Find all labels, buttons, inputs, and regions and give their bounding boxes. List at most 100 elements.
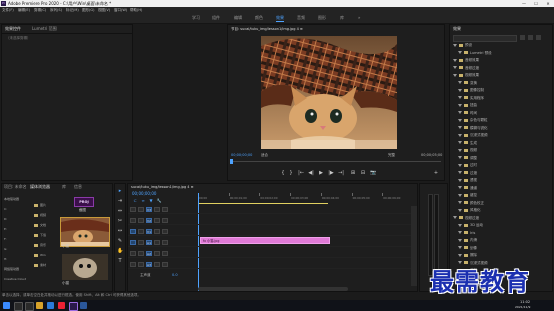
tab-libraries[interactable]: 库 — [62, 184, 66, 190]
effects-tree-item[interactable]: 杂色与颗粒 — [458, 117, 488, 123]
source-patch-button[interactable] — [130, 240, 136, 245]
program-playhead[interactable] — [230, 159, 233, 164]
track-sync-button[interactable] — [154, 262, 160, 267]
timeline-timecode[interactable]: 00;00;00;00 — [132, 191, 156, 196]
drive-item[interactable]: 本地驱动器 — [4, 196, 32, 202]
drive-folder-item[interactable]: 下载 — [34, 232, 56, 238]
workspace-graphics[interactable]: 图形 — [318, 13, 326, 23]
track-target-button[interactable]: A1 — [146, 240, 152, 245]
track-output-button[interactable] — [162, 240, 168, 245]
expand-triangle-icon[interactable] — [458, 141, 462, 144]
go-to-out-icon[interactable]: →| — [338, 170, 344, 176]
drive-folder-item[interactable]: 文档 — [34, 222, 56, 228]
drive-item[interactable]: G: — [4, 246, 32, 252]
track-sync-button[interactable] — [154, 240, 160, 245]
workspace-assembly[interactable]: 组件 — [212, 13, 220, 23]
effects-tree-item[interactable]: 通道 — [458, 185, 477, 191]
hand-tool-icon[interactable]: ✋ — [117, 248, 123, 254]
program-monitor-title[interactable]: 节目: sucai/tuku_img/lesson1/img.jpg 4 ≡ — [231, 26, 303, 32]
expand-triangle-icon[interactable] — [453, 73, 457, 77]
effects-tree-item[interactable]: 生成 — [458, 140, 477, 146]
accelerated-effects-icon[interactable] — [520, 35, 525, 40]
workspace-audio[interactable]: 音频 — [297, 13, 305, 23]
expand-triangle-icon[interactable] — [458, 126, 462, 129]
source-patch-button[interactable] — [130, 218, 136, 223]
workspace-effects[interactable]: 效果 — [276, 13, 284, 23]
effects-tree-item[interactable]: 键控 — [458, 192, 477, 198]
source-patch-button[interactable] — [130, 251, 136, 256]
expand-triangle-icon[interactable] — [453, 43, 457, 47]
track-sync-button[interactable] — [154, 218, 160, 223]
drive-item[interactable]: Creative Cloud — [4, 276, 32, 282]
drive-folder-item[interactable]: 视频 — [34, 212, 56, 218]
track-lock-button[interactable] — [138, 240, 144, 245]
effects-tree-item[interactable]: 变换 — [458, 80, 477, 86]
expand-triangle-icon[interactable] — [458, 171, 462, 174]
file-explorer-icon[interactable] — [36, 302, 43, 309]
minimize-button[interactable]: — — [518, 0, 530, 7]
drive-folder-item[interactable]: 图片 — [34, 202, 56, 208]
app-icon-red[interactable] — [58, 302, 65, 309]
add-marker-icon[interactable]: ▼ — [148, 198, 154, 204]
work-area-bar[interactable] — [198, 203, 328, 204]
track-target-button[interactable]: V2 — [146, 218, 152, 223]
drive-item[interactable]: C: — [4, 206, 32, 212]
expand-triangle-icon[interactable] — [458, 238, 462, 242]
extract-icon[interactable]: ⊟ — [360, 170, 366, 176]
expand-triangle-icon[interactable] — [458, 186, 462, 189]
track-lock-button[interactable] — [138, 251, 144, 256]
selection-tool-icon[interactable]: ▸ — [117, 188, 123, 194]
kitten-thumbnail-2[interactable] — [62, 254, 108, 280]
expand-triangle-icon[interactable] — [458, 118, 462, 122]
step-forward-icon[interactable]: |▶ — [328, 170, 334, 176]
effects-tree-item[interactable]: 视频过渡 — [453, 215, 479, 221]
track-output-button[interactable] — [162, 262, 168, 267]
source-patch-button[interactable] — [130, 262, 136, 267]
drive-item[interactable]: F: — [4, 236, 32, 242]
close-button[interactable]: ✕ — [542, 0, 554, 7]
drive-folder-item[interactable]: Win — [34, 252, 56, 258]
ripple-edit-tool-icon[interactable]: ⇔ — [117, 208, 123, 214]
workspace-learn[interactable]: 学习 — [192, 13, 200, 23]
word-taskbar-icon[interactable] — [80, 302, 87, 309]
effects-tree-item[interactable]: 3D 运动 — [458, 222, 483, 228]
timeline-sequence-tab[interactable]: sucai/tuku_img/lesson1/img.jpg 4 ≡ — [131, 184, 194, 190]
search-icon[interactable] — [14, 302, 23, 311]
razor-tool-icon[interactable]: ✂ — [117, 218, 123, 224]
effects-tree-item[interactable]: 过渡 — [458, 170, 477, 176]
expand-triangle-icon[interactable] — [458, 81, 462, 84]
effects-search-input[interactable] — [453, 35, 517, 42]
mark-out-icon[interactable]: } — [288, 170, 294, 176]
effects-tree-item[interactable]: 音频过渡 — [453, 65, 479, 71]
expand-triangle-icon[interactable] — [458, 88, 462, 92]
button-editor-icon[interactable]: + — [433, 170, 439, 176]
track-lock-button[interactable] — [138, 218, 144, 223]
type-tool-icon[interactable]: T — [117, 258, 123, 264]
expand-triangle-icon[interactable] — [458, 178, 462, 182]
tab-effect-controls[interactable]: 效果控件 — [5, 26, 21, 32]
task-view-icon[interactable] — [25, 302, 34, 311]
expand-triangle-icon[interactable] — [458, 246, 462, 249]
drive-item[interactable]: H: — [4, 256, 32, 262]
effects-tree-item[interactable]: 模糊与锐化 — [458, 125, 488, 131]
expand-triangle-icon[interactable] — [458, 96, 462, 99]
effects-tree-item[interactable]: 音频效果 — [453, 57, 479, 63]
kitten-thumbnail-1[interactable] — [60, 217, 110, 247]
effects-tree-item[interactable]: 时间 — [458, 110, 477, 116]
effects-tree-item[interactable]: 预设 — [453, 42, 472, 48]
premiere-taskbar-icon[interactable] — [69, 302, 78, 311]
expand-triangle-icon[interactable] — [453, 216, 457, 219]
effects-tree-item[interactable]: 调整 — [458, 155, 477, 161]
workspace-color[interactable]: 颜色 — [255, 13, 263, 23]
drive-folder-item[interactable]: 音乐 — [34, 242, 56, 248]
effects-tree-item[interactable]: 扭曲 — [458, 102, 477, 108]
snap-icon[interactable]: ⊂ — [132, 198, 138, 204]
effects-tree-item[interactable]: 视频效果 — [453, 72, 479, 78]
track-output-button[interactable] — [162, 218, 168, 223]
timeline-horizontal-scrollbar[interactable] — [198, 287, 348, 291]
tab-media-browser[interactable]: 媒体浏览器 — [30, 184, 50, 190]
expand-triangle-icon[interactable] — [458, 253, 462, 257]
program-fit-dropdown[interactable]: 适合 — [261, 153, 268, 158]
expand-triangle-icon[interactable] — [453, 66, 457, 69]
track-target-button[interactable]: V1 — [146, 229, 152, 234]
